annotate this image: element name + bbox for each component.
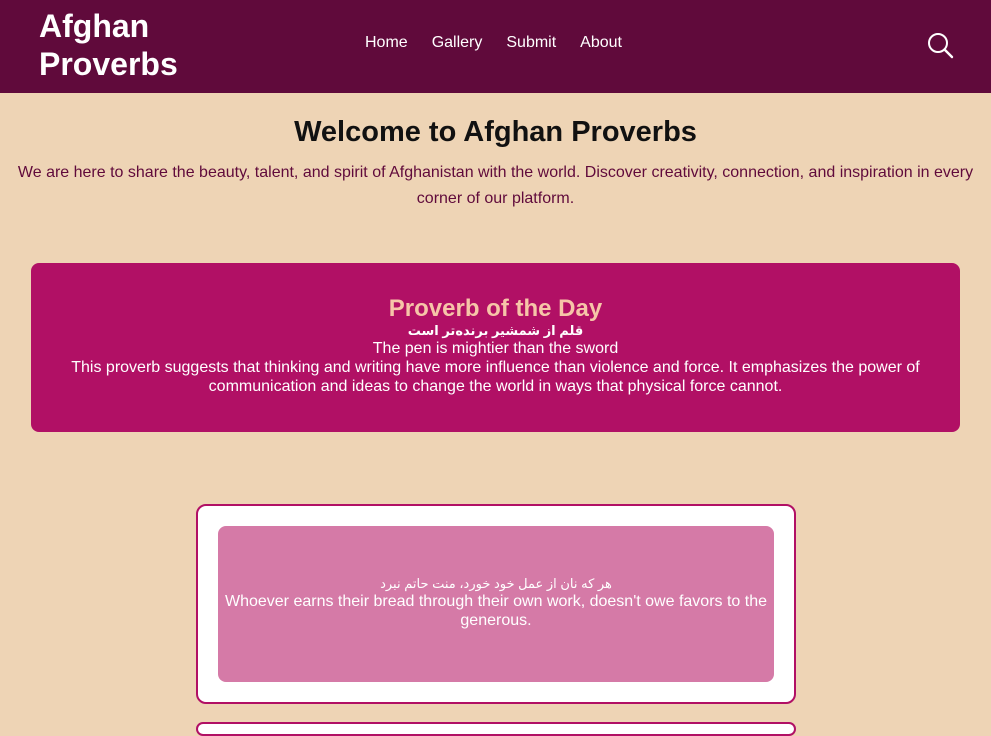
nav-link-about[interactable]: About: [580, 33, 622, 53]
proverb-meaning-text: This proverb suggests that thinking and …: [71, 359, 920, 395]
proverb-card-english-text: Whoever earns their bread through their …: [224, 593, 767, 629]
search-button[interactable]: [926, 31, 956, 61]
nav-link-home[interactable]: Home: [365, 33, 408, 53]
welcome-text: We are here to share the beauty, talent,…: [17, 164, 974, 207]
proverb-card-content: هر که نان از عمل خود خورد، منت حاتم نبرد…: [218, 526, 774, 682]
nav-link-submit[interactable]: Submit: [506, 33, 556, 53]
proverb-of-the-day-title: Proverb of the Day: [388, 295, 603, 322]
proverb-card[interactable]: هر که نان از عمل خود خورد، منت حاتم نبرد…: [196, 504, 796, 704]
proverb-english-text: The pen is mightier than the sword: [372, 340, 619, 357]
welcome-title: Welcome to Afghan Proverbs: [294, 116, 697, 148]
proverb-dari-text: قلم از شمشیر برنده‌تر است: [407, 323, 584, 338]
nav-link-gallery[interactable]: Gallery: [432, 33, 483, 53]
site-header: Afghan Proverbs Home Gallery Submit Abou…: [0, 0, 991, 93]
next-proverb-card[interactable]: [196, 722, 796, 736]
search-icon: [928, 33, 954, 59]
proverb-card-dari-text: هر که نان از عمل خود خورد، منت حاتم نبرد: [380, 576, 612, 591]
proverb-of-the-day-card: Proverb of the Day قلم از شمشیر برنده‌تر…: [31, 263, 960, 432]
site-logo[interactable]: Afghan Proverbs: [39, 7, 199, 83]
main-nav: Home Gallery Submit About: [365, 33, 622, 53]
